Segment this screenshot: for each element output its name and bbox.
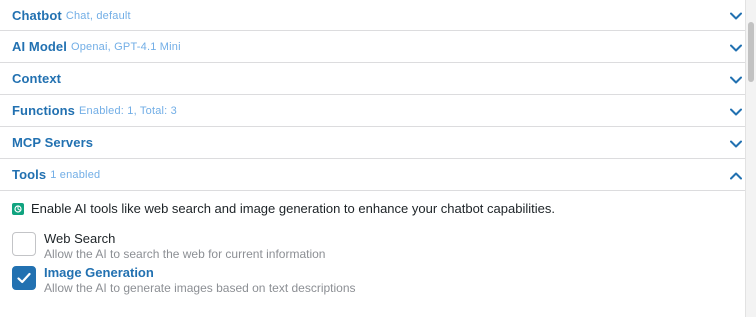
section-meta: 1 enabled (50, 169, 101, 181)
section-tools[interactable]: Tools 1 enabled (0, 159, 745, 191)
chevron-down-icon[interactable] (730, 44, 742, 52)
tool-description: Allow the AI to generate images based on… (44, 281, 356, 295)
section-title: Context (12, 71, 62, 86)
section-title: AI Model (12, 39, 67, 54)
openai-icon (12, 202, 24, 215)
section-title: MCP Servers (12, 135, 94, 150)
image-generation-checkbox[interactable] (12, 266, 36, 290)
chevron-down-icon[interactable] (730, 140, 742, 148)
section-title: Functions (12, 103, 76, 118)
section-mcp-servers[interactable]: MCP Servers (0, 127, 745, 159)
section-ai-model[interactable]: AI Model Openai, GPT-4.1 Mini (0, 31, 745, 63)
tools-section-body: Enable AI tools like web search and imag… (0, 201, 745, 296)
chevron-down-icon[interactable] (730, 108, 742, 116)
chevron-down-icon[interactable] (730, 76, 742, 84)
web-search-checkbox[interactable] (12, 232, 36, 256)
section-chatbot[interactable]: Chatbot Chat, default (0, 0, 745, 31)
scrollbar[interactable] (745, 0, 756, 317)
tool-name: Image Generation (44, 265, 154, 280)
checkmark-icon (17, 272, 31, 284)
tools-intro-text: Enable AI tools like web search and imag… (31, 201, 555, 216)
tools-intro: Enable AI tools like web search and imag… (12, 201, 733, 216)
chevron-down-icon[interactable] (730, 12, 742, 20)
section-meta: Enabled: 1, Total: 3 (79, 105, 177, 117)
tool-name: Web Search (44, 231, 116, 246)
section-context[interactable]: Context (0, 63, 745, 95)
section-meta: Chat, default (65, 9, 131, 22)
section-title: Tools (12, 167, 47, 182)
scrollbar-thumb[interactable] (748, 22, 754, 82)
tool-image-generation[interactable]: Image Generation Allow the AI to generat… (12, 262, 733, 296)
chevron-up-icon[interactable] (730, 172, 742, 180)
section-functions[interactable]: Functions Enabled: 1, Total: 3 (0, 95, 745, 127)
settings-panel: Chatbot Chat, default AI Model Openai, G… (0, 0, 745, 317)
tool-description: Allow the AI to search the web for curre… (44, 247, 326, 261)
section-meta: Openai, GPT-4.1 Mini (70, 41, 181, 53)
section-title: Chatbot (12, 7, 62, 23)
tool-web-search[interactable]: Web Search Allow the AI to search the we… (12, 228, 733, 262)
